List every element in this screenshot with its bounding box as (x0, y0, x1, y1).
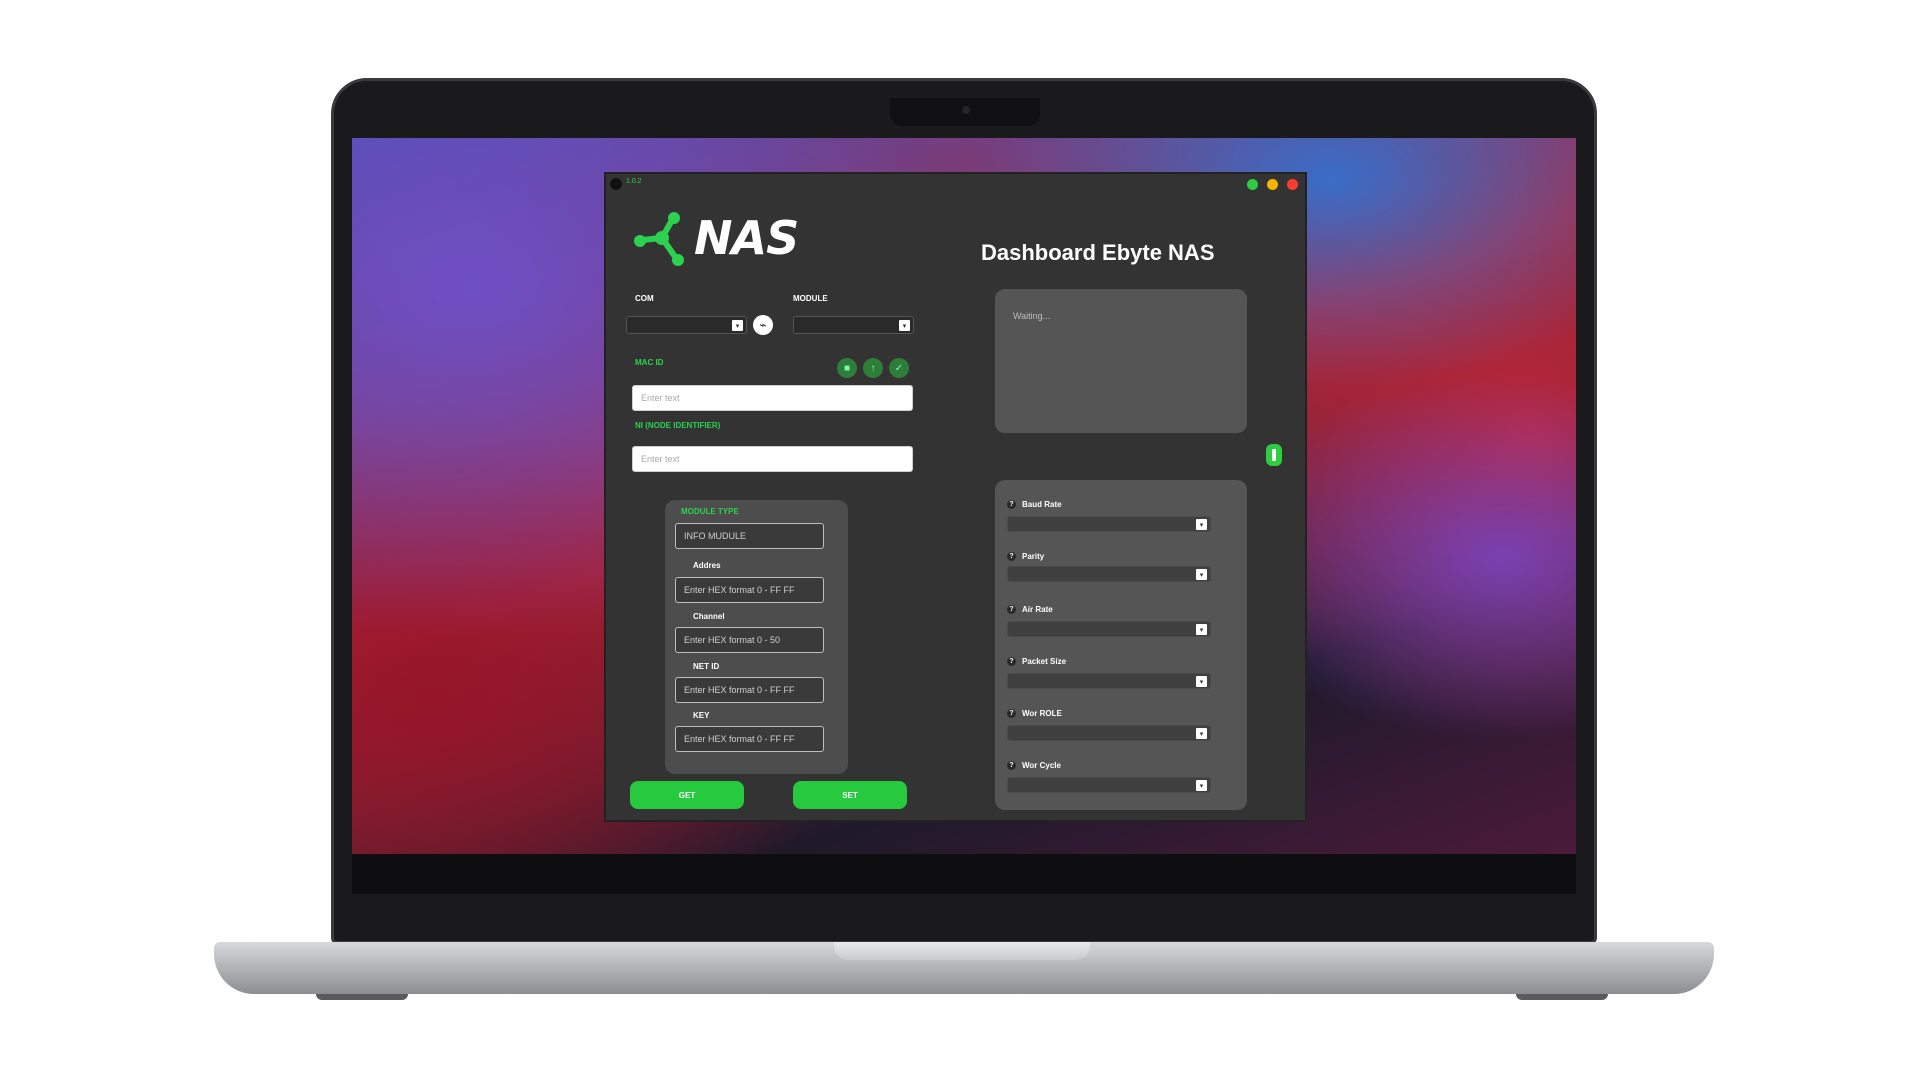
laptop-foot-left (316, 994, 408, 1000)
chevron-down-icon: ▾ (1196, 569, 1207, 580)
module-settings-panel: ? Baud Rate ▾ ? Parity ▾ ? Air Rate ▾ ? … (995, 480, 1247, 810)
wor-role-select[interactable]: ▾ (1007, 725, 1211, 741)
help-icon[interactable]: ? (1007, 605, 1016, 614)
chevron-down-icon: ▾ (1196, 728, 1207, 739)
set-button[interactable]: SET (793, 781, 907, 809)
channel-input[interactable]: Enter HEX format 0 - 50 (675, 627, 824, 653)
get-button[interactable]: GET (630, 781, 744, 809)
help-icon[interactable]: ? (1007, 552, 1016, 561)
help-icon[interactable]: ? (1007, 657, 1016, 666)
wor-cycle-label: Wor Cycle (1022, 761, 1061, 770)
mac-id-input[interactable]: Enter text (632, 385, 913, 411)
help-icon[interactable]: ? (1007, 500, 1016, 509)
ni-label: NI (NODE IDENTIFIER) (635, 421, 721, 430)
wor-role-label: Wor ROLE (1022, 709, 1062, 718)
app-version: 1.0.2 (626, 178, 642, 185)
wor-cycle-select[interactable]: ▾ (1007, 777, 1211, 793)
mac-id-label: MAC ID (635, 358, 664, 367)
help-icon[interactable]: ? (1007, 761, 1016, 770)
screen-bezel-bottom (352, 854, 1576, 894)
info-module-input[interactable]: INFO MUDULE (675, 523, 824, 549)
camera-icon (962, 106, 970, 114)
parity-select[interactable]: ▾ (1007, 566, 1211, 582)
module-select[interactable]: ▾ (793, 316, 914, 334)
baud-rate-label: Baud Rate (1022, 500, 1062, 509)
chevron-down-icon: ▾ (732, 320, 743, 331)
air-rate-label: Air Rate (1022, 605, 1053, 614)
laptop-hinge-notch (834, 942, 1090, 960)
log-output-panel: Waiting... (995, 289, 1247, 433)
upload-icon: ↑ (870, 362, 876, 374)
chevron-down-icon: ▾ (1196, 519, 1207, 530)
close-button[interactable] (1287, 179, 1298, 190)
baud-rate-select[interactable]: ▾ (1007, 516, 1211, 532)
logo-text: NAS (694, 211, 799, 265)
ni-input[interactable]: Enter text (632, 446, 913, 472)
com-select[interactable]: ▾ (626, 316, 747, 334)
pause-icon (1272, 449, 1276, 461)
module-type-label: MODULE TYPE (681, 507, 739, 516)
key-input[interactable]: Enter HEX format 0 - FF FF (675, 726, 824, 752)
chevron-down-icon: ▾ (1196, 624, 1207, 635)
chevron-down-icon: ▾ (899, 320, 910, 331)
network-nodes-icon (634, 212, 684, 266)
confirm-button[interactable]: ✓ (889, 358, 909, 378)
log-status-text: Waiting... (1013, 311, 1051, 321)
nas-app-window: 1.0.2 NAS COM ▾ ⌁ MODULE ▾ MAC ID ■ ↑ ✓ … (604, 172, 1307, 822)
key-label: KEY (693, 711, 710, 720)
delete-icon: ■ (843, 362, 851, 374)
minimize-button[interactable] (1247, 179, 1258, 190)
nas-logo: NAS (632, 208, 799, 268)
net-id-label: NET ID (693, 662, 720, 671)
maximize-button[interactable] (1267, 179, 1278, 190)
chevron-down-icon: ▾ (1196, 676, 1207, 687)
net-id-input[interactable]: Enter HEX format 0 - FF FF (675, 677, 824, 703)
com-label: COM (635, 294, 654, 303)
parity-label: Parity (1022, 552, 1045, 561)
channel-label: Channel (693, 612, 725, 621)
connection-status-indicator[interactable] (1266, 444, 1282, 466)
check-icon: ✓ (894, 362, 904, 374)
air-rate-select[interactable]: ▾ (1007, 621, 1211, 637)
module-type-panel: MODULE TYPE INFO MUDULE Addres Enter HEX… (665, 500, 848, 774)
plug-icon: ⌁ (759, 318, 767, 332)
help-icon[interactable]: ? (1007, 709, 1016, 718)
chevron-down-icon: ▾ (1196, 780, 1207, 791)
address-label: Addres (693, 561, 721, 570)
connect-plug-button[interactable]: ⌁ (753, 315, 773, 335)
module-label: MODULE (793, 294, 828, 303)
packet-size-label: Packet Size (1022, 657, 1067, 666)
dashboard-title: Dashboard Ebyte NAS (981, 240, 1215, 265)
app-icon (610, 178, 622, 190)
delete-button[interactable]: ■ (837, 358, 857, 378)
upload-button[interactable]: ↑ (863, 358, 883, 378)
laptop-foot-right (1516, 994, 1608, 1000)
packet-size-select[interactable]: ▾ (1007, 673, 1211, 689)
address-input[interactable]: Enter HEX format 0 - FF FF (675, 577, 824, 603)
